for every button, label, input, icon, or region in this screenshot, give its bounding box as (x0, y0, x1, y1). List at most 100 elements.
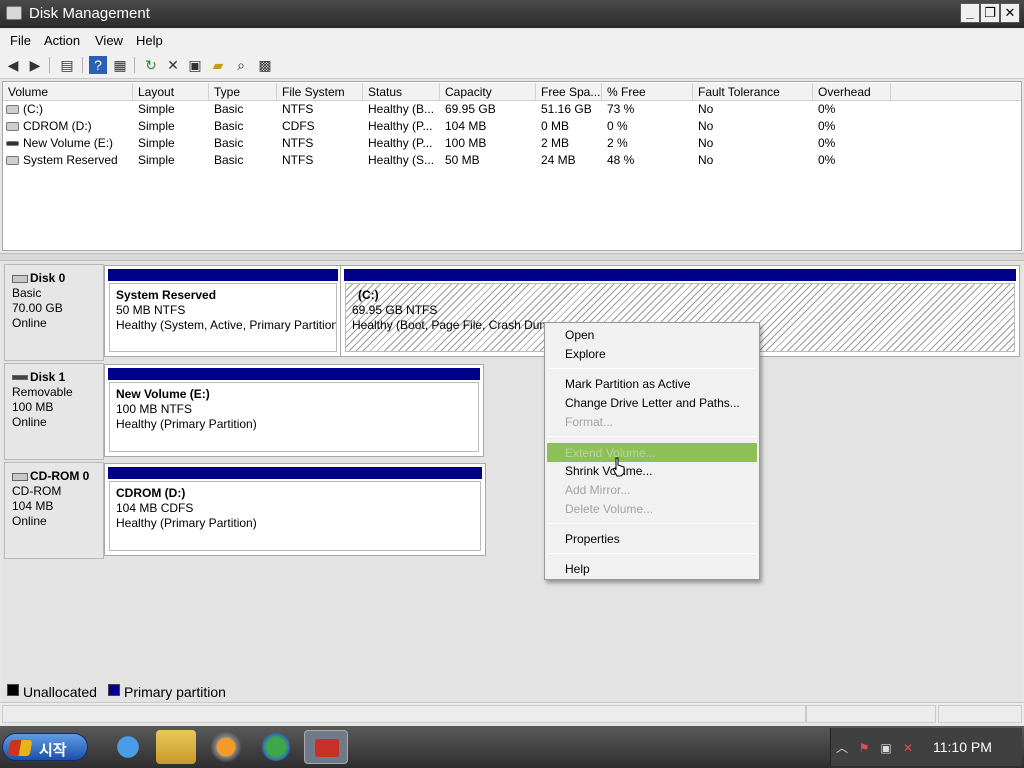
removable-drive-icon (6, 141, 19, 147)
windows-explorer-icon[interactable] (156, 730, 196, 764)
column-header-layout[interactable]: Layout (133, 83, 209, 101)
pane-splitter[interactable] (0, 253, 1024, 261)
capacity-cell: 69.95 GB (445, 102, 496, 116)
partition-cdrom-d[interactable]: CDROM (D:) 104 MB CDFS Healthy (Primary … (104, 463, 486, 556)
disk-name: CD-ROM 0 (30, 469, 90, 483)
column-header-volume[interactable]: Volume (3, 83, 133, 101)
free-space-cell: 51.16 GB (541, 102, 592, 116)
minimize-button[interactable]: _ (960, 3, 980, 23)
table-row[interactable]: System Reserved Simple Basic NTFS Health… (3, 152, 1021, 169)
menu-separator (549, 553, 755, 554)
free-space-cell: 24 MB (541, 153, 576, 167)
menu-item-properties[interactable]: Properties (565, 530, 620, 548)
hard-drive-icon (6, 156, 19, 166)
menu-item-change-drive-letter[interactable]: Change Drive Letter and Paths... (565, 394, 740, 412)
computer-management-taskbar-button[interactable] (304, 730, 348, 764)
partition-status: Healthy (Primary Partition) (116, 417, 257, 431)
status-cell: Healthy (P... (368, 119, 433, 133)
refresh-icon[interactable]: ↻ (142, 56, 160, 74)
menu-item-help[interactable]: Help (565, 560, 590, 578)
column-header-fault-tolerance[interactable]: Fault Tolerance (693, 83, 813, 101)
properties-icon[interactable]: ▣ (186, 56, 204, 74)
action-center-icon[interactable]: ⚑ (857, 741, 871, 755)
fault-tolerance-cell: No (698, 119, 714, 133)
start-button[interactable]: 시작 (2, 733, 88, 761)
free-space-cell: 0 MB (541, 119, 570, 133)
volume-cell: System Reserved (6, 152, 131, 169)
partition-system-reserved[interactable]: System Reserved 50 MB NTFS Healthy (Syst… (104, 265, 342, 357)
column-header-overhead[interactable]: Overhead (813, 83, 891, 101)
disk-1-label[interactable]: Disk 1 Removable 100 MB Online (4, 363, 104, 460)
table-row[interactable]: (C:) Simple Basic NTFS Healthy (B... 69.… (3, 101, 1021, 118)
taskbar: 시작 ︿ ⚑ ▣ ✕ 11:10 PM (0, 726, 1024, 768)
close-button[interactable]: ✕ (1000, 3, 1020, 23)
internet-explorer-icon[interactable] (108, 730, 148, 764)
disk-kind: Removable (12, 385, 73, 399)
table-row[interactable]: New Volume (E:) Simple Basic NTFS Health… (3, 135, 1021, 152)
disk-0-label[interactable]: Disk 0 Basic 70.00 GB Online (4, 264, 104, 361)
menu-file[interactable]: File (10, 33, 31, 48)
clock[interactable]: 11:10 PM (933, 739, 992, 755)
volume-name: New Volume (E:) (23, 136, 114, 150)
show-hide-console-tree-icon[interactable]: ▤ (58, 56, 76, 74)
menu-item-open[interactable]: Open (565, 326, 594, 344)
status-pane (2, 705, 806, 723)
menu-view[interactable]: View (95, 33, 123, 48)
volume-cell: (C:) (6, 101, 131, 118)
primary-partition-bar (108, 269, 338, 281)
network-globe-icon[interactable] (256, 730, 296, 764)
menu-item-mark-partition-active[interactable]: Mark Partition as Active (565, 375, 690, 393)
rescan-disks-icon[interactable]: ▩ (256, 56, 274, 74)
fault-tolerance-cell: No (698, 102, 714, 116)
start-label: 시작 (39, 742, 67, 759)
status-pane (938, 705, 1022, 723)
disk-name: Disk 1 (30, 370, 66, 384)
disk-size: 70.00 GB (12, 301, 63, 315)
overhead-cell: 0% (818, 153, 836, 167)
disk-state: Online (12, 316, 47, 330)
show-hidden-icons-chevron-icon[interactable]: ︿ (835, 741, 849, 755)
type-cell: Basic (214, 153, 244, 167)
legend-unallocated: Unallocated (23, 684, 97, 700)
table-row[interactable]: CDROM (D:) Simple Basic CDFS Healthy (P.… (3, 118, 1021, 135)
partition-new-volume-e[interactable]: New Volume (E:) 100 MB NTFS Healthy (Pri… (104, 364, 484, 457)
menu-item-shrink-volume[interactable]: Shrink Volume... (565, 462, 652, 480)
search-icon[interactable]: ⌕ (232, 56, 250, 74)
open-folder-icon[interactable]: ▰ (209, 56, 227, 74)
column-header-status[interactable]: Status (363, 83, 440, 101)
back-icon[interactable]: ◀ (4, 56, 22, 74)
column-header-percent-free[interactable]: % Free (602, 83, 693, 101)
removable-disk-icon (12, 375, 28, 381)
menu-separator (549, 523, 755, 524)
cdrom-0-label[interactable]: CD-ROM 0 CD-ROM 104 MB Online (4, 462, 104, 559)
overhead-cell: 0% (818, 119, 836, 133)
layout-cell: Simple (138, 136, 175, 150)
partition-status: Healthy (Primary Partition) (116, 516, 257, 530)
capacity-cell: 100 MB (445, 136, 487, 150)
partition-size: 104 MB CDFS (116, 501, 194, 515)
menu-item-add-mirror: Add Mirror... (565, 483, 631, 497)
partition-body: CDROM (D:) 104 MB CDFS Healthy (Primary … (109, 481, 481, 551)
menu-item-extend-volume: Extend Volume... (565, 446, 656, 460)
forward-icon[interactable]: ▶ (26, 56, 44, 74)
menu-help[interactable]: Help (136, 33, 163, 48)
status-cell: Healthy (S... (368, 153, 435, 167)
help-icon[interactable]: ? (89, 56, 107, 74)
menu-separator (549, 436, 755, 437)
column-header-capacity[interactable]: Capacity (440, 83, 536, 101)
delete-icon[interactable]: ✕ (164, 56, 182, 74)
volume-muted-icon[interactable]: ✕ (901, 741, 915, 755)
media-player-icon[interactable] (206, 730, 246, 764)
menu-item-format: Format... (565, 415, 614, 429)
column-header-file-system[interactable]: File System (277, 83, 363, 101)
column-header-free-space[interactable]: Free Spa... (536, 83, 602, 101)
network-icon[interactable]: ▣ (879, 741, 893, 755)
menu-action[interactable]: Action (44, 33, 80, 48)
column-header-type[interactable]: Type (209, 83, 277, 101)
restore-button[interactable]: ❐ (980, 3, 1000, 23)
volume-list: Volume Layout Type File System Status Ca… (2, 81, 1022, 251)
menu-item-explore[interactable]: Explore (565, 345, 606, 363)
toolbar-separator (134, 57, 135, 73)
primary-partition-bar (108, 467, 482, 479)
show-hide-action-pane-icon[interactable]: ▦ (111, 56, 129, 74)
